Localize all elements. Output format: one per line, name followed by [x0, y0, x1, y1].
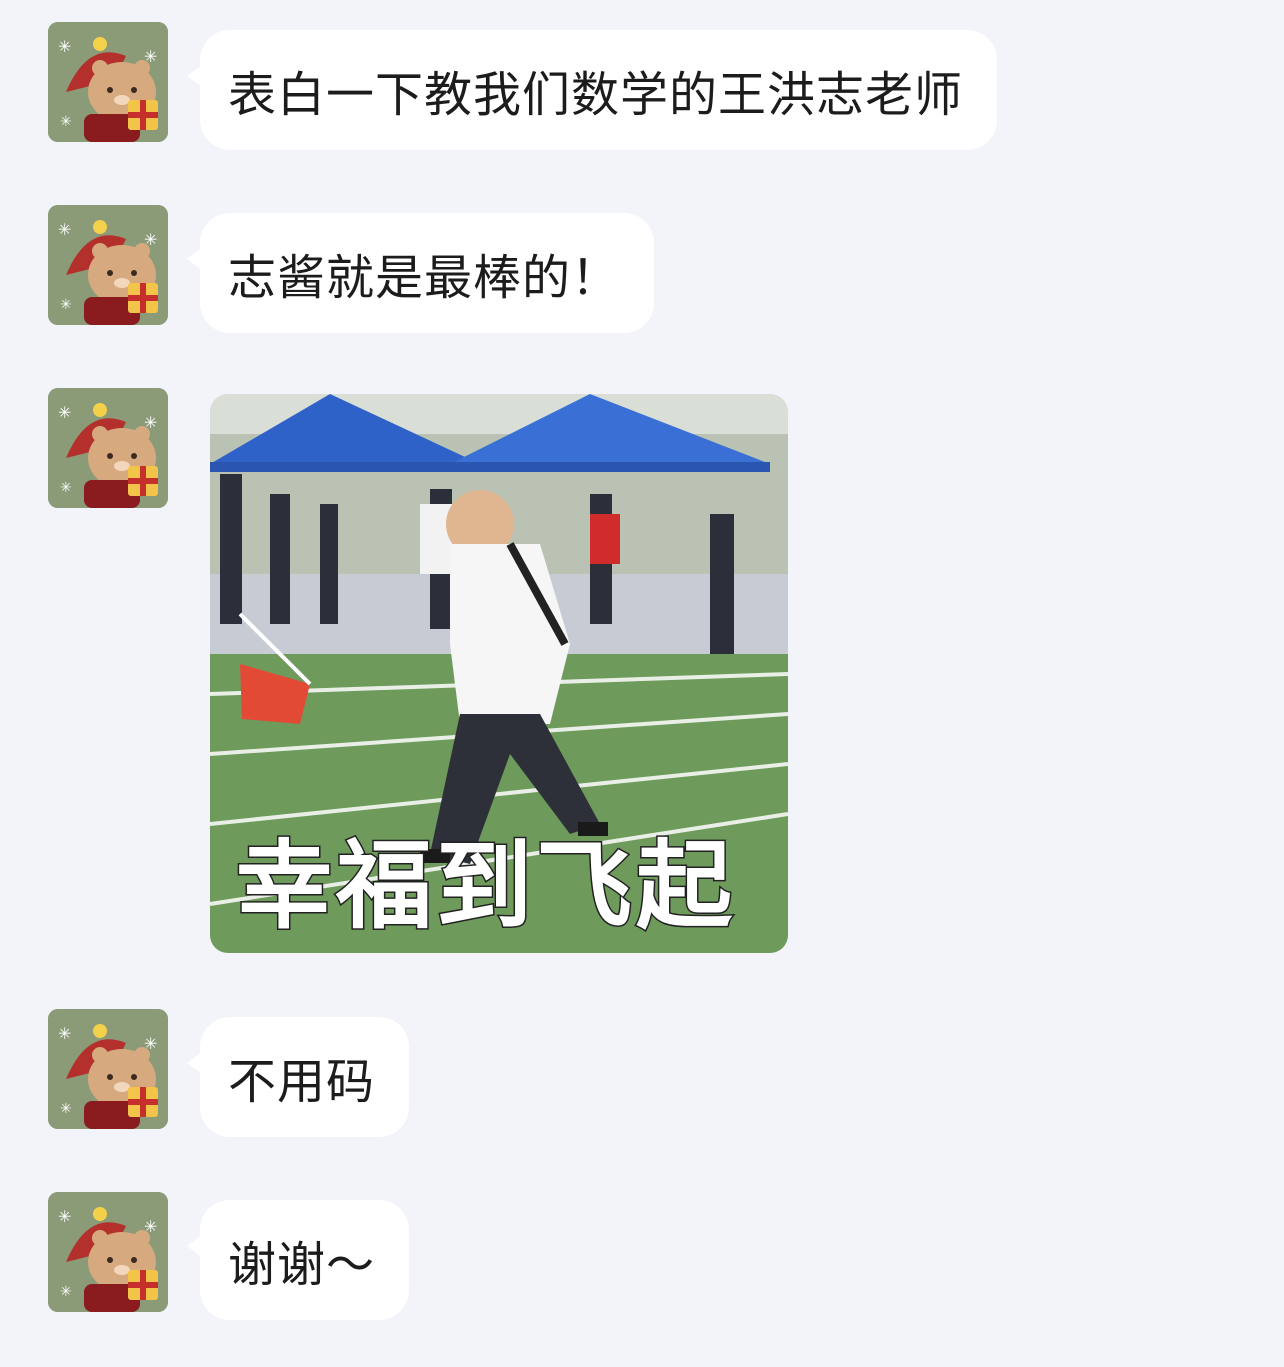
svg-text:✳: ✳ — [60, 297, 72, 313]
bear-christmas-hat-avatar-icon: ✳ ✳ ✳ — [48, 22, 168, 142]
svg-text:✳: ✳ — [58, 37, 71, 56]
svg-text:✳: ✳ — [60, 1101, 72, 1117]
avatar[interactable]: ✳ ✳ ✳ — [48, 22, 168, 142]
avatar[interactable]: ✳ ✳ ✳ — [48, 1192, 168, 1312]
svg-text:✳: ✳ — [58, 1207, 71, 1226]
svg-text:✳: ✳ — [60, 480, 72, 496]
avatar[interactable]: ✳ ✳ ✳ — [48, 205, 168, 325]
svg-text:✳: ✳ — [60, 114, 72, 130]
bear-christmas-hat-avatar-icon: ✳ ✳ ✳ — [48, 388, 168, 508]
sticker-image[interactable]: 幸福到飞起 — [210, 394, 788, 953]
bear-christmas-hat-avatar-icon: ✳ ✳ ✳ — [48, 1192, 168, 1312]
message-bubble[interactable]: 志酱就是最棒的！ — [186, 213, 655, 333]
message-bubble[interactable]: 表白一下教我们数学的王洪志老师 — [186, 30, 998, 150]
sticker-caption: 幸福到飞起 — [235, 829, 736, 944]
avatar[interactable]: ✳ ✳ ✳ — [48, 388, 168, 508]
message-bubble[interactable]: 谢谢～ — [186, 1200, 410, 1320]
message-bubble[interactable]: 不用码 — [186, 1017, 410, 1137]
svg-text:✳: ✳ — [58, 220, 71, 239]
bear-christmas-hat-avatar-icon: ✳ ✳ ✳ — [48, 1009, 168, 1129]
bear-christmas-hat-avatar-icon: ✳ ✳ ✳ — [48, 205, 168, 325]
svg-text:✳: ✳ — [58, 403, 71, 422]
avatar[interactable]: ✳ ✳ ✳ — [48, 1009, 168, 1129]
svg-text:✳: ✳ — [60, 1284, 72, 1300]
svg-text:✳: ✳ — [58, 1024, 71, 1043]
